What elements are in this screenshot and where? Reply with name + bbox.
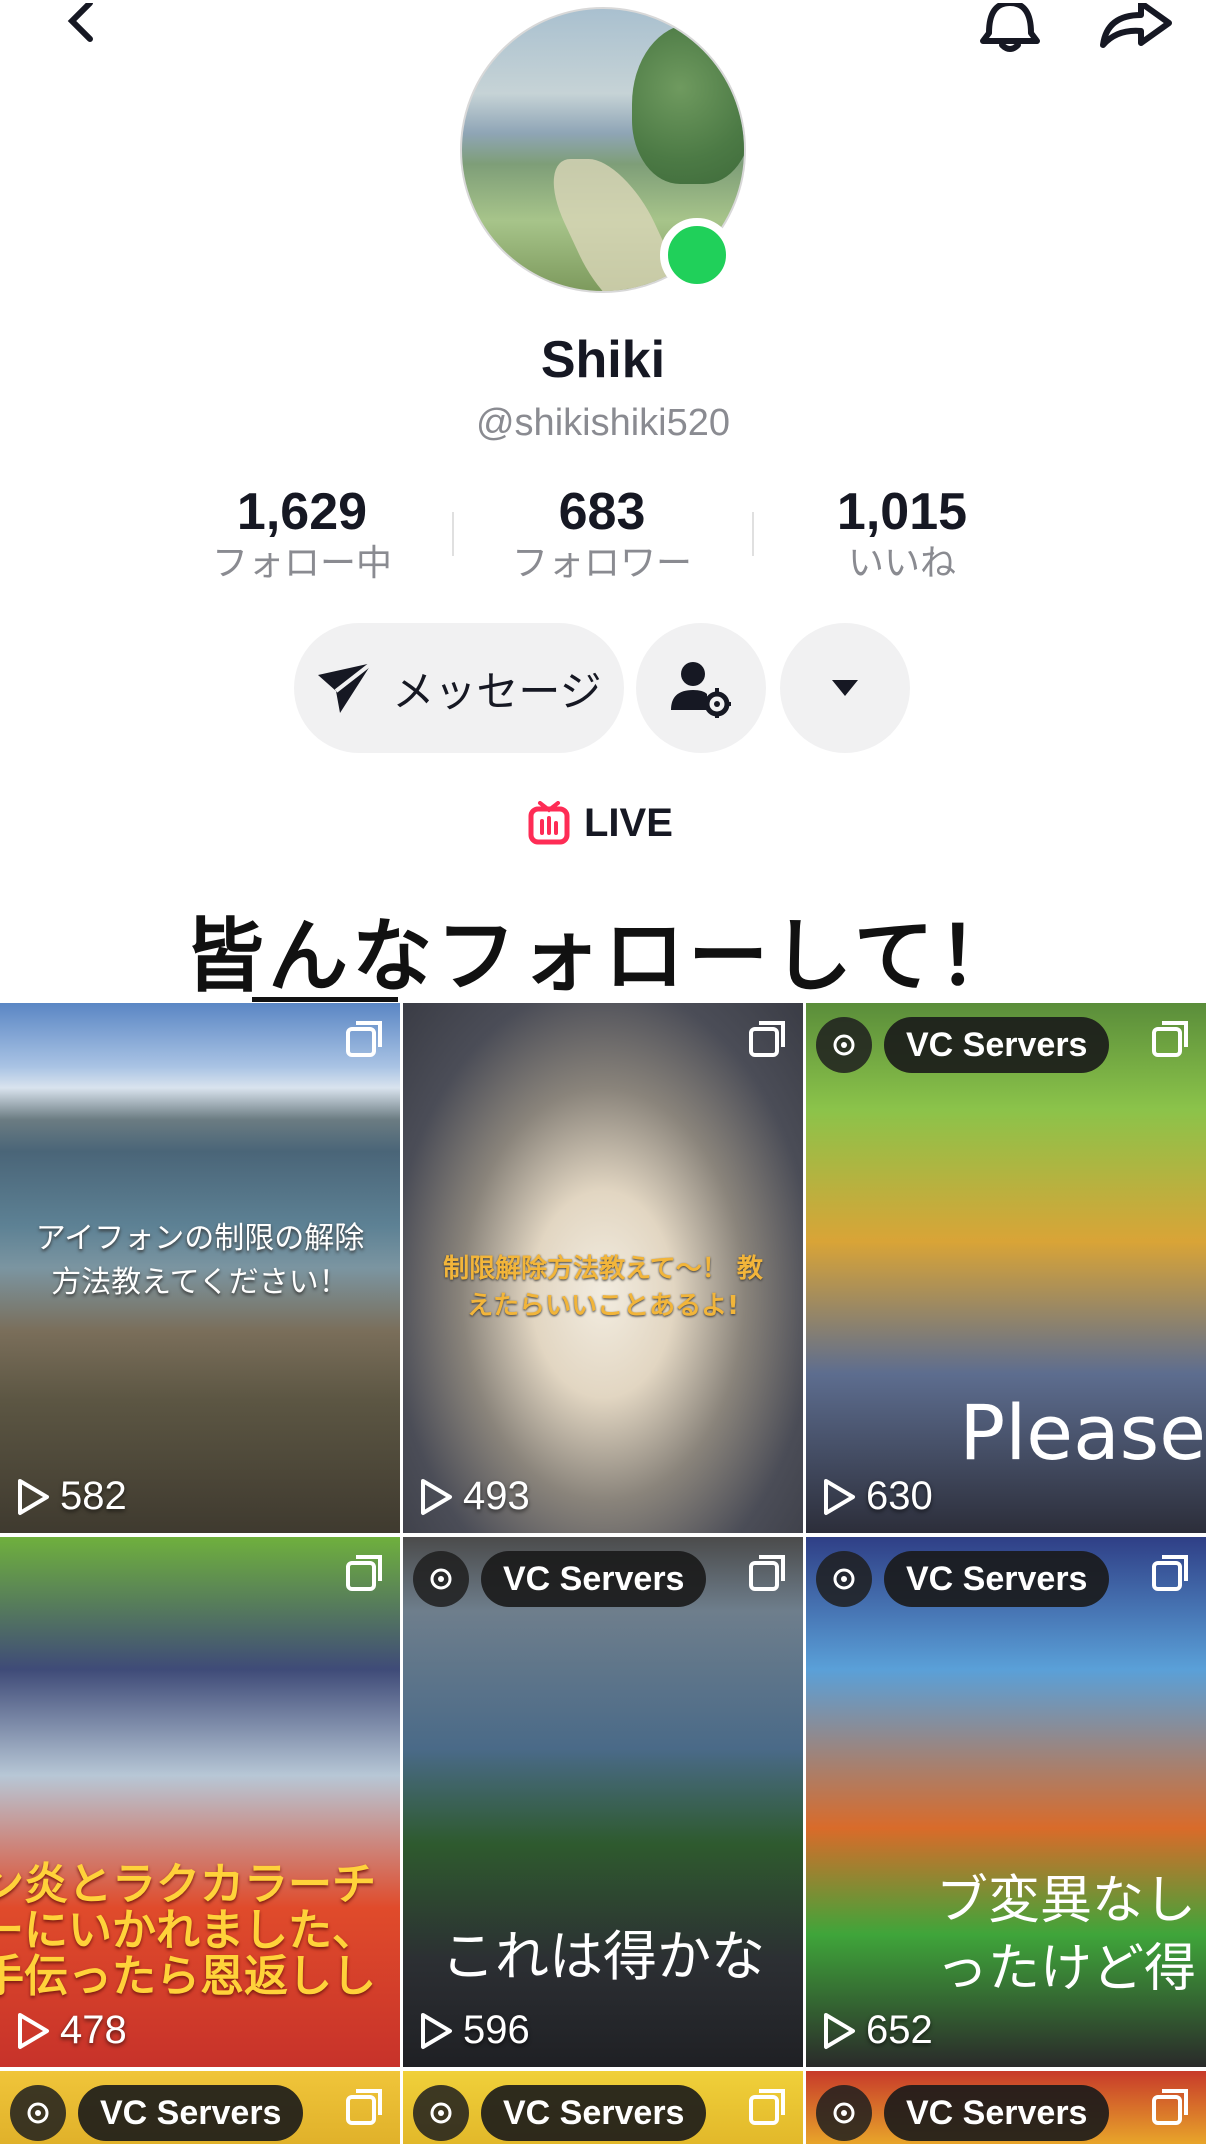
stat-followers[interactable]: 683 フォロワー	[472, 482, 732, 586]
triangle-down-icon	[832, 680, 858, 696]
live-label: LIVE	[584, 800, 673, 845]
view-count: 652	[822, 2008, 933, 2053]
stat-likes[interactable]: 1,015 いいね	[772, 482, 1032, 586]
add-friend-button[interactable]	[636, 623, 766, 753]
vc-servers-badge: VC Servers	[816, 2085, 1110, 2141]
likes-count: 1,015	[836, 483, 968, 541]
view-count: 493	[419, 1474, 530, 1519]
gear-icon	[413, 2085, 469, 2141]
vc-servers-label: VC Servers	[78, 2085, 304, 2141]
notification-bell-button[interactable]	[965, 0, 1055, 55]
stat-following[interactable]: 1,629 フォロー中	[172, 482, 432, 586]
divider	[752, 512, 754, 556]
view-count-text: 596	[463, 2008, 530, 2052]
vc-servers-badge: VC Servers	[816, 1551, 1110, 1607]
play-icon	[18, 1478, 49, 1515]
multi-image-icon	[749, 2089, 785, 2125]
multi-image-icon	[1152, 1021, 1188, 1057]
display-name: Shiki	[540, 331, 666, 389]
video-caption: Please	[959, 1388, 1206, 1477]
multi-image-icon	[749, 1021, 785, 1057]
username: @shikishiki520	[475, 402, 730, 444]
multi-image-icon	[346, 1021, 382, 1057]
video-caption: これは得かな	[441, 1925, 765, 1988]
play-icon	[421, 1478, 452, 1515]
gear-icon	[816, 1017, 872, 1073]
video-tile[interactable]: 制限解除方法教えて〜！ 教 えたらいいことあるよ! 493	[403, 1003, 803, 1533]
multi-image-icon	[749, 1555, 785, 1591]
view-count: 596	[419, 2008, 530, 2053]
divider	[452, 512, 454, 556]
videos-tab-indicator	[252, 997, 398, 1002]
gear-icon	[816, 1551, 872, 1607]
share-button[interactable]	[1085, 0, 1185, 55]
play-icon	[824, 1478, 855, 1515]
video-tile[interactable]: VC Servers	[403, 2071, 803, 2144]
video-tile[interactable]: VC Servers	[0, 2071, 400, 2144]
bio-text: 皆んなフォローして！	[184, 909, 1022, 1003]
likes-label: いいね	[847, 543, 956, 584]
video-caption: ン炎とラクカラーチ ーにいかれました、 手伝ったら恩返しし	[0, 1859, 376, 2002]
vc-servers-label: VC Servers	[884, 2085, 1110, 2141]
vc-servers-badge: VC Servers	[10, 2085, 304, 2141]
vc-servers-label: VC Servers	[884, 1017, 1110, 1073]
video-tile[interactable]: VC Servers	[806, 2071, 1206, 2144]
chevron-left-icon	[67, 3, 93, 42]
back-button[interactable]	[40, 0, 120, 50]
view-count: 582	[16, 1474, 127, 1519]
paper-plane-icon	[318, 661, 374, 713]
view-count: 478	[16, 2008, 127, 2053]
person-gear-icon	[671, 662, 731, 718]
video-tile[interactable]: VC Servers これは得かな 596	[403, 1537, 803, 2067]
video-tile[interactable]: VC Servers Please 630	[806, 1003, 1206, 1533]
vc-servers-badge: VC Servers	[413, 2085, 707, 2141]
share-arrow-icon	[1100, 2, 1172, 48]
vc-servers-badge: VC Servers	[816, 1017, 1110, 1073]
video-tile[interactable]: アイフォンの制限の解除 方法教えてください！ 582	[0, 1003, 400, 1533]
multi-image-icon	[1152, 2089, 1188, 2125]
vc-servers-badge: VC Servers	[413, 1551, 707, 1607]
play-icon	[421, 2012, 452, 2049]
multi-image-icon	[346, 2089, 382, 2125]
bell-icon	[980, 2, 1040, 52]
live-link[interactable]: LIVE	[528, 798, 673, 848]
video-caption: ブ変異なし ったけど得	[935, 1871, 1196, 1999]
multi-image-icon	[1152, 1555, 1188, 1591]
video-caption: アイフォンの制限の解除 方法教えてください！	[35, 1221, 365, 1300]
gear-icon	[413, 1551, 469, 1607]
video-tile[interactable]: ン炎とラクカラーチ ーにいかれました、 手伝ったら恩返しし 478	[0, 1537, 400, 2067]
vc-servers-label: VC Servers	[481, 1551, 707, 1607]
vc-servers-label: VC Servers	[481, 2085, 707, 2141]
gear-icon	[816, 2085, 872, 2141]
play-icon	[18, 2012, 49, 2049]
view-count-text: 478	[60, 2008, 127, 2052]
following-label: フォロー中	[211, 543, 392, 584]
message-button[interactable]: メッセージ	[294, 623, 624, 753]
vc-servers-label: VC Servers	[884, 1551, 1110, 1607]
video-tile[interactable]: VC Servers ブ変異なし ったけど得 652	[806, 1537, 1206, 2067]
online-status-dot	[660, 218, 734, 292]
following-count: 1,629	[236, 483, 368, 541]
play-icon	[824, 2012, 855, 2049]
view-count: 630	[822, 1474, 933, 1519]
more-dropdown-button[interactable]	[780, 623, 910, 753]
multi-image-icon	[346, 1555, 382, 1591]
view-count-text: 652	[866, 2008, 933, 2052]
view-count-text: 493	[463, 1474, 530, 1518]
followers-count: 683	[558, 483, 646, 541]
message-button-label: メッセージ	[392, 666, 602, 716]
tv-icon	[528, 801, 570, 845]
view-count-text: 630	[866, 1474, 933, 1518]
video-caption: 制限解除方法教えて〜！ 教 えたらいいことあるよ!	[443, 1254, 763, 1321]
view-count-text: 582	[60, 1474, 127, 1518]
followers-label: フォロワー	[511, 543, 692, 584]
gear-icon	[10, 2085, 66, 2141]
